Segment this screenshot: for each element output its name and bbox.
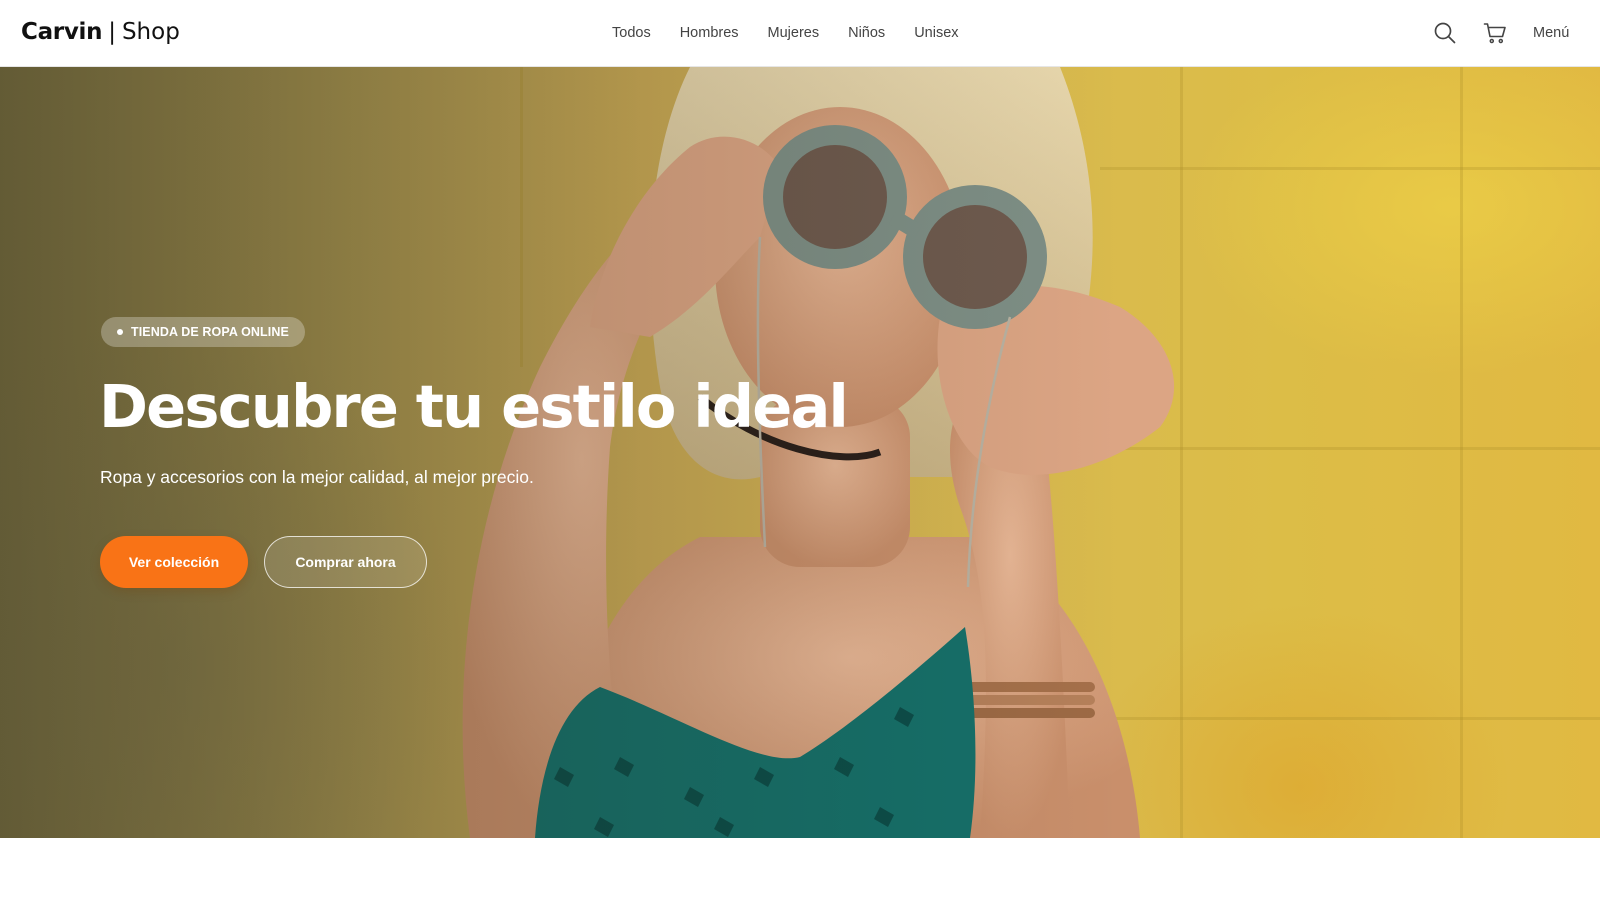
badge-label: TIENDA DE ROPA ONLINE	[131, 325, 289, 339]
logo-separator: |	[108, 19, 116, 45]
top-navbar: Carvin | Shop Todos Hombres Mujeres Niño…	[0, 0, 1600, 67]
hero-subtitle: Ropa y accesorios con la mejor calidad, …	[100, 467, 534, 487]
search-button[interactable]	[1431, 19, 1459, 47]
nav-item-todos[interactable]: Todos	[612, 22, 651, 44]
badge-dot-icon	[117, 329, 123, 335]
cart-button[interactable]	[1481, 19, 1509, 47]
nav-item-mujeres[interactable]: Mujeres	[768, 22, 820, 44]
search-icon	[1434, 22, 1456, 44]
nav-item-unisex[interactable]: Unisex	[914, 22, 958, 44]
main-nav: Todos Hombres Mujeres Niños Unisex	[612, 22, 988, 44]
nav-item-ninos[interactable]: Niños	[848, 22, 885, 44]
hero-badge: TIENDA DE ROPA ONLINE	[101, 317, 305, 347]
hero-title: Descubre tu estilo ideal	[99, 372, 849, 441]
logo-brand: Carvin	[21, 19, 103, 45]
logo-sub: Shop	[121, 19, 180, 45]
buy-now-button[interactable]: Comprar ahora	[264, 536, 427, 588]
hero-overlay	[0, 67, 1600, 838]
nav-item-hombres[interactable]: Hombres	[680, 22, 739, 44]
cart-icon	[1483, 23, 1506, 44]
menu-link[interactable]: Menú	[1533, 22, 1569, 44]
view-collection-button[interactable]: Ver colección	[100, 536, 248, 588]
site-logo[interactable]: Carvin | Shop	[21, 18, 180, 46]
hero-banner: TIENDA DE ROPA ONLINE Descubre tu estilo…	[0, 67, 1600, 838]
